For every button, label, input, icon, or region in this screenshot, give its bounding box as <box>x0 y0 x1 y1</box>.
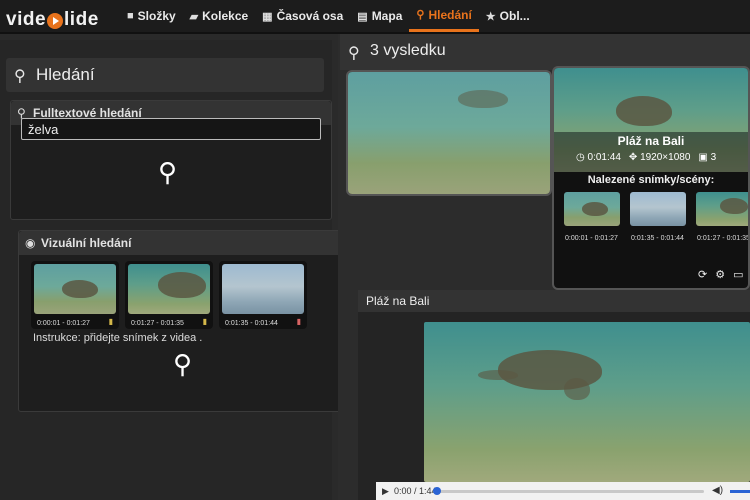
video-controls: ▶ 0:00 / 1:44 ◀) <box>376 482 750 500</box>
turtle-shape <box>616 96 672 126</box>
turtle-shape <box>582 202 608 216</box>
film-icon[interactable]: ▭ <box>733 268 743 281</box>
video-time: 0:00 / 1:44 <box>394 486 437 496</box>
expand-icon: ✥ <box>628 152 641 163</box>
folder-icon: ■ <box>127 10 134 22</box>
logo-text-left: vide <box>6 9 47 30</box>
search-icon: ⚲ <box>14 68 26 85</box>
player-title: Pláž na Bali <box>366 294 430 308</box>
top-navbar: vide lide ■ Složky ▰ Kolekce ▦ Časová os… <box>0 0 750 34</box>
cogs-icon[interactable]: ⚙ <box>715 268 725 281</box>
star-icon: ★ <box>485 10 496 23</box>
flipper-shape <box>564 378 590 400</box>
frame-time: 0:01:27 - 0:01:35 <box>131 320 184 327</box>
main-nav: ■ Složky ▰ Kolekce ▦ Časová osa ▤ Mapa ⚲… <box>120 0 537 34</box>
volume-icon[interactable]: ◀) <box>712 485 723 496</box>
clock-icon: ◷ <box>576 152 588 163</box>
query-frame[interactable]: 0:00:01 - 0:01:27 ▮ <box>31 261 119 329</box>
eye-icon: ◉ <box>25 236 36 250</box>
nav-label: Hledání <box>428 7 472 22</box>
search-panel-header: ⚲ Hledání <box>6 58 324 92</box>
visual-search-box: ◉ Vizuální hledání 0:00:01 - 0:01:27 ▮ 0… <box>18 230 348 412</box>
nav-item-oblibene[interactable]: ★ Obl... <box>479 0 537 32</box>
result-title: Pláž na Bali <box>617 134 685 148</box>
video-frame[interactable] <box>424 322 750 482</box>
results-panel: ⚲ 3 vysledku Pláž na Bali ◷ 0:01:44 ✥ 19… <box>338 34 750 500</box>
turtle-shape <box>158 272 206 298</box>
scene-image <box>564 192 620 226</box>
results-count: 3 vysledku <box>370 42 446 59</box>
trash-icon[interactable]: ▮ <box>109 317 113 326</box>
frame-time: 0:00:01 - 0:01:27 <box>37 320 90 327</box>
nav-item-hledani[interactable]: ⚲ Hledání <box>409 0 479 32</box>
play-logo-icon <box>47 13 64 29</box>
nav-label: Časová osa <box>276 9 344 23</box>
result-thumbnail <box>348 72 550 194</box>
scene-thumb[interactable]: 0:00:01 - 0:01:27 <box>562 190 622 244</box>
frame-time: 0:01:35 - 0:01:44 <box>225 320 278 327</box>
nav-label: Kolekce <box>202 9 249 23</box>
fulltext-search-input[interactable] <box>21 118 321 140</box>
query-frame[interactable]: 0:01:27 - 0:01:35 ▮ <box>125 261 213 329</box>
scene-time: 0:01:35 - 0:01:44 <box>631 235 684 242</box>
logo-text-right: lide <box>64 9 99 30</box>
resolution: ✥ 1920×1080 <box>628 152 691 163</box>
result-meta: ◷ 0:01:44 ✥ 1920×1080 ▣ 3 <box>576 152 716 163</box>
frame-image <box>222 264 304 314</box>
nav-item-mapa[interactable]: ▤ Mapa <box>350 0 409 32</box>
scene-image <box>630 192 686 226</box>
duration: ◷ 0:01:44 <box>576 152 621 163</box>
calendar-icon: ▦ <box>262 10 273 23</box>
result-card-featured[interactable]: Pláž na Bali ◷ 0:01:44 ✥ 1920×1080 ▣ 3 N… <box>552 66 750 290</box>
nav-label: Složky <box>137 9 176 23</box>
scene-time: 0:00:01 - 0:01:27 <box>565 235 618 242</box>
visual-search-instructions: Instrukce: přidejte snímek z videa . <box>33 332 203 344</box>
frame-image <box>34 264 116 314</box>
query-frame[interactable]: 0:01:35 - 0:01:44 ▮ <box>219 261 307 329</box>
result-card[interactable] <box>346 70 552 196</box>
nav-item-kolekce[interactable]: ▰ Kolekce <box>183 0 256 32</box>
nav-label: Obl... <box>499 9 530 23</box>
trash-icon[interactable]: ▮ <box>203 317 207 326</box>
player-tools: ⟳ ⚙ ▭ <box>698 268 744 281</box>
video-player-box: Pláž na Bali ▶ 0:00 / 1:44 ◀) <box>358 290 750 500</box>
scene-thumb[interactable]: 0:01:35 - 0:01:44 <box>628 190 688 244</box>
found-scenes: 0:00:01 - 0:01:27 0:01:35 - 0:01:44 0:01… <box>562 190 750 244</box>
trash-icon[interactable]: ▮ <box>297 317 301 326</box>
frame-image <box>128 264 210 314</box>
book-icon: ▰ <box>189 10 199 23</box>
page-title: Hledání <box>36 65 95 84</box>
visual-search-thumbs: 0:00:01 - 0:01:27 ▮ 0:01:27 - 0:01:35 ▮ … <box>31 261 307 329</box>
app-logo[interactable]: vide lide <box>6 9 99 31</box>
search-icon: ⚲ <box>348 45 360 62</box>
search-icon: ⚲ <box>416 9 425 21</box>
progress-knob[interactable] <box>433 487 441 495</box>
scene-time: 0:01:27 - 0:01:35 <box>697 235 750 242</box>
turtle-shape <box>720 198 748 214</box>
visual-search-button[interactable]: ⚲ <box>173 349 192 380</box>
volume-slider[interactable] <box>730 490 750 493</box>
play-icon[interactable]: ▶ <box>382 486 389 497</box>
fulltext-search-box: ⚲ Fulltextové hledání ⚲ <box>10 100 332 220</box>
map-icon: ▤ <box>357 10 368 23</box>
scenes-count: ▣ 3 <box>698 152 717 163</box>
flipper-shape <box>478 370 518 380</box>
progress-bar[interactable] <box>433 487 704 495</box>
fulltext-search-button[interactable]: ⚲ <box>158 157 177 188</box>
found-scenes-label: Nalezené snímky/scény: <box>587 174 715 186</box>
scene-thumb[interactable]: 0:01:27 - 0:01:35 <box>694 190 750 244</box>
nav-item-casova-osa[interactable]: ▦ Časová osa <box>255 0 350 32</box>
nav-label: Mapa <box>371 9 403 23</box>
refresh-icon[interactable]: ⟳ <box>698 268 707 281</box>
images-icon: ▣ <box>698 152 711 163</box>
visual-search-header: ◉ Vizuální hledání <box>19 231 347 255</box>
nav-item-slozky[interactable]: ■ Složky <box>120 0 183 32</box>
visual-search-title: Vizuální hledání <box>41 236 132 250</box>
results-header: ⚲ 3 vysledku <box>340 34 750 70</box>
player-header: Pláž na Bali <box>358 290 750 312</box>
scene-image <box>696 192 748 226</box>
turtle-shape <box>62 280 98 298</box>
turtle-shape <box>458 90 508 108</box>
